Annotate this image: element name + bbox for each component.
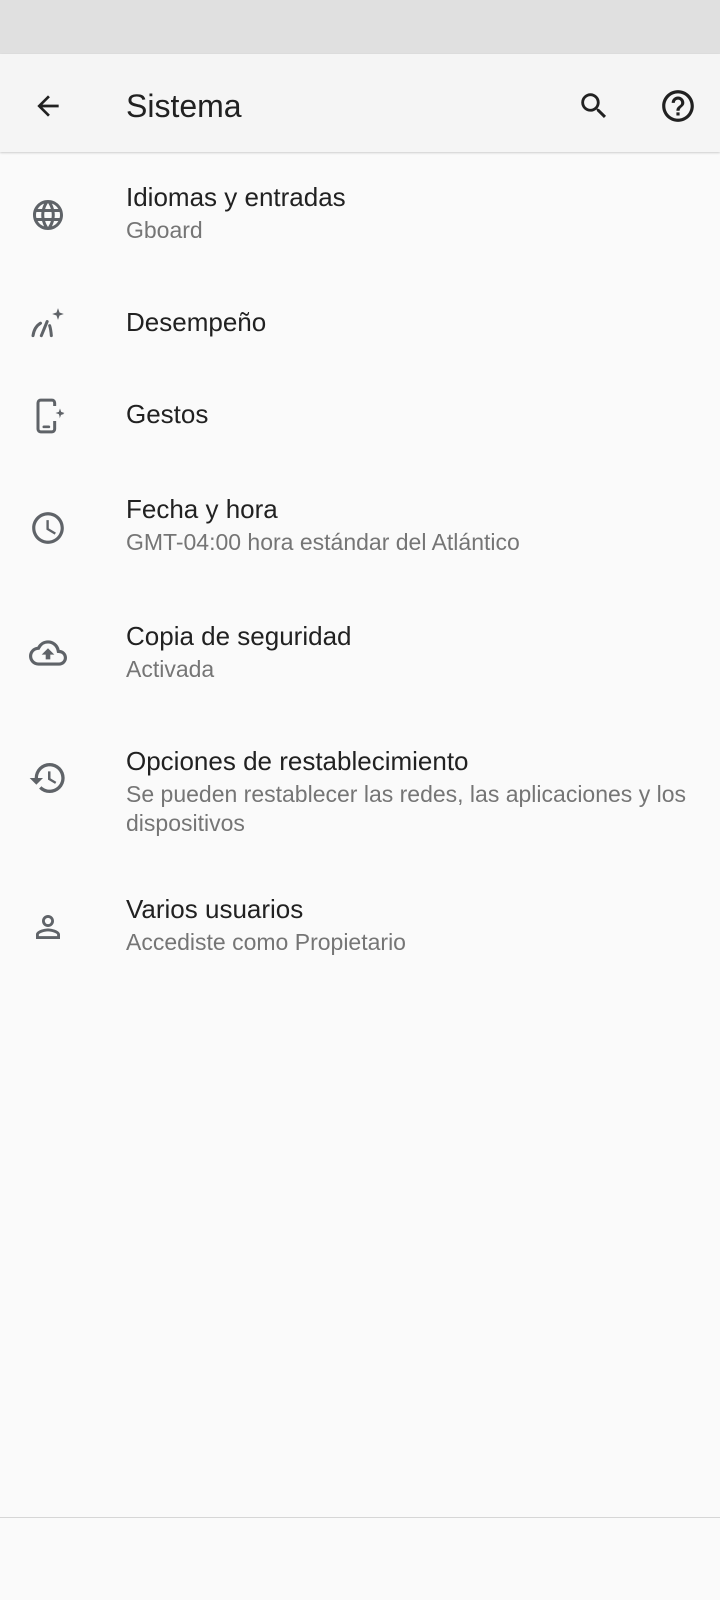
settings-item-backup[interactable]: Copia de seguridad Activada bbox=[0, 590, 720, 718]
settings-item-summary: Gboard bbox=[126, 217, 203, 243]
settings-item-label: Idiomas y entradas bbox=[126, 182, 346, 212]
person-icon bbox=[24, 903, 72, 951]
globe-icon bbox=[24, 191, 72, 239]
settings-item-multiple-users[interactable]: Varios usuarios Accediste como Propietar… bbox=[0, 874, 720, 1002]
status-bar bbox=[0, 0, 720, 54]
cloud-upload-icon bbox=[24, 629, 72, 677]
history-icon bbox=[24, 754, 72, 802]
settings-item-performance[interactable]: Desempeño bbox=[0, 278, 720, 370]
clock-icon bbox=[24, 504, 72, 552]
settings-item-text: Opciones de restablecimiento Se pueden r… bbox=[126, 744, 690, 838]
settings-item-label: Fecha y hora bbox=[126, 494, 278, 524]
settings-list: Idiomas y entradas Gboard Desempeño Gest… bbox=[0, 152, 720, 1002]
settings-item-summary: Accediste como Propietario bbox=[126, 929, 406, 955]
settings-item-label: Gestos bbox=[126, 399, 209, 429]
settings-item-text: Gestos bbox=[126, 397, 690, 431]
settings-item-text: Fecha y hora GMT-04:00 hora estándar del… bbox=[126, 492, 690, 557]
settings-item-summary: Se pueden restablecer las redes, las apl… bbox=[126, 781, 686, 836]
performance-icon bbox=[24, 300, 72, 348]
settings-item-label: Varios usuarios bbox=[126, 894, 304, 924]
settings-item-date-time[interactable]: Fecha y hora GMT-04:00 hora estándar del… bbox=[0, 464, 720, 590]
settings-item-text: Varios usuarios Accediste como Propietar… bbox=[126, 892, 690, 957]
settings-item-summary: GMT-04:00 hora estándar del Atlántico bbox=[126, 529, 520, 555]
navigation-bar bbox=[0, 1517, 720, 1600]
search-icon[interactable] bbox=[566, 78, 622, 134]
settings-item-text: Idiomas y entradas Gboard bbox=[126, 180, 690, 245]
app-bar: Sistema bbox=[0, 54, 720, 152]
settings-item-summary: Activada bbox=[126, 656, 215, 682]
settings-item-text: Copia de seguridad Activada bbox=[126, 619, 690, 684]
gestures-icon bbox=[24, 392, 72, 440]
settings-item-text: Desempeño bbox=[126, 305, 690, 339]
settings-item-languages[interactable]: Idiomas y entradas Gboard bbox=[0, 152, 720, 278]
settings-item-reset-options[interactable]: Opciones de restablecimiento Se pueden r… bbox=[0, 718, 720, 874]
help-icon[interactable] bbox=[650, 78, 706, 134]
settings-item-label: Opciones de restablecimiento bbox=[126, 746, 469, 776]
settings-item-label: Desempeño bbox=[126, 307, 267, 337]
arrow-back-icon[interactable] bbox=[20, 78, 76, 134]
page-title: Sistema bbox=[126, 88, 242, 124]
settings-item-label: Copia de seguridad bbox=[126, 621, 352, 651]
settings-item-gestures[interactable]: Gestos bbox=[0, 370, 720, 464]
